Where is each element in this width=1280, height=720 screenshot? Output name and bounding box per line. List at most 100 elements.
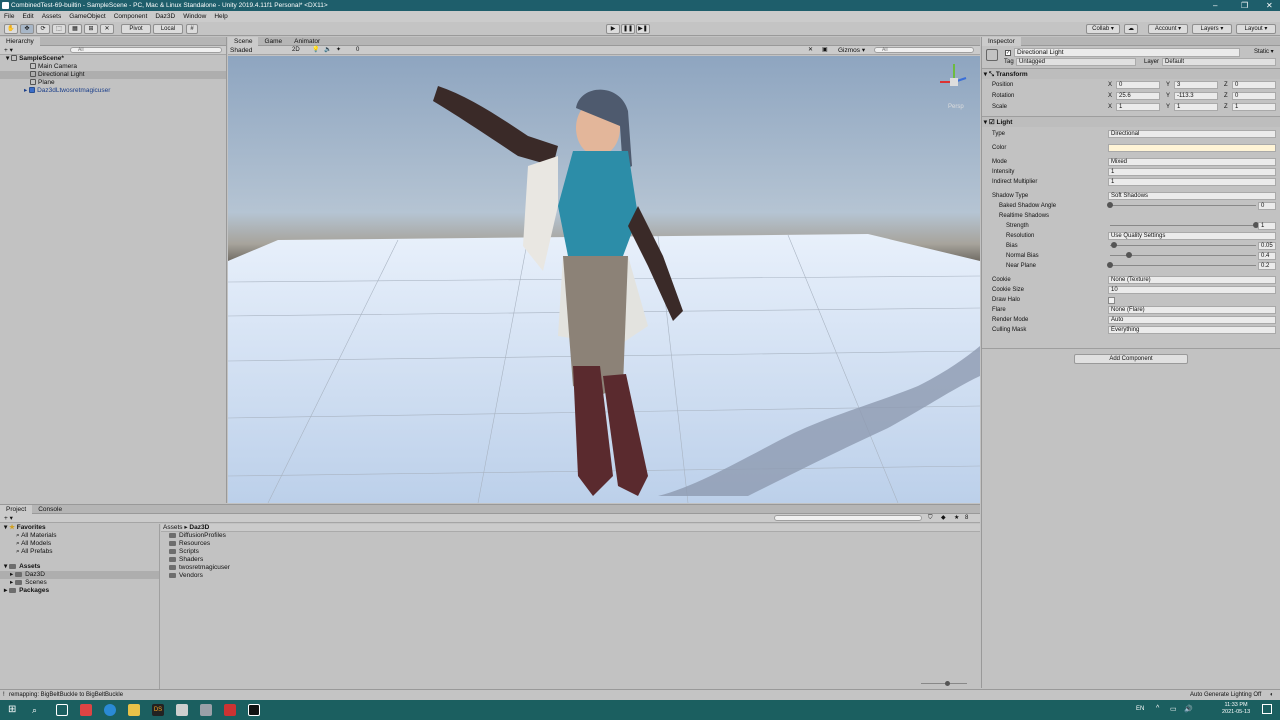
scene-viewport[interactable]: Persp	[228, 56, 980, 503]
notepad-icon[interactable]	[176, 704, 188, 716]
app-tool-icon[interactable]	[224, 704, 236, 716]
filter-type-icon[interactable]: ⛉	[928, 514, 933, 523]
cookie-field[interactable]: None (Texture)	[1108, 276, 1276, 284]
favorite-star-icon[interactable]: ★	[954, 514, 959, 523]
intensity-field[interactable]: 1	[1108, 168, 1276, 176]
folder-twosretmagicuser[interactable]: twosretmagicuser	[161, 564, 980, 572]
gizmos-dropdown[interactable]: Gizmos ▾	[838, 46, 865, 55]
effects-toggle-icon[interactable]: ✦	[336, 46, 341, 55]
strength-field[interactable]: 1	[1258, 222, 1276, 230]
near-plane-field[interactable]: 0.2	[1258, 262, 1276, 270]
layout-dropdown[interactable]: Layout ▾	[1236, 24, 1276, 34]
scale-y[interactable]: Y1	[1166, 103, 1218, 111]
step-button[interactable]: ▶❚	[636, 24, 650, 34]
light-color-swatch[interactable]	[1108, 144, 1276, 152]
assets-row[interactable]: ▾ Assets	[0, 563, 159, 571]
breadcrumb-daz3d[interactable]: Daz3D	[189, 524, 209, 531]
position-z[interactable]: Z0	[1224, 81, 1276, 89]
bias-field[interactable]: 0.05	[1258, 242, 1276, 250]
breadcrumb-assets[interactable]: Assets	[163, 524, 183, 531]
hand-tool-icon[interactable]: ✋	[4, 24, 18, 34]
project-search-input[interactable]	[774, 515, 922, 521]
volume-icon[interactable]: 🔊	[1184, 705, 1193, 713]
windows-start-icon[interactable]: ⊞	[8, 704, 20, 716]
create-dropdown[interactable]: + ▾	[4, 46, 13, 55]
tools-icon[interactable]: ✕	[808, 46, 813, 55]
object-name-field[interactable]: Directional Light	[1014, 48, 1240, 57]
slider-knob[interactable]	[945, 681, 950, 686]
menu-file[interactable]: File	[0, 11, 18, 22]
scene-row[interactable]: ▾ SampleScene*	[0, 55, 226, 63]
folder-shaders[interactable]: Shaders	[161, 556, 980, 564]
rotate-tool-icon[interactable]: ⟳	[36, 24, 50, 34]
collab-button[interactable]: Collab ▾	[1086, 24, 1120, 34]
audio-toggle-icon[interactable]: 🔈	[324, 46, 331, 55]
camera-icon[interactable]: ▣	[822, 46, 828, 55]
app-gray-icon[interactable]	[200, 704, 212, 716]
cookie-size-field[interactable]: 10	[1108, 286, 1276, 294]
shading-dropdown[interactable]: Shaded	[230, 46, 288, 55]
draw-halo-checkbox[interactable]	[1108, 297, 1115, 304]
pause-button[interactable]: ❚❚	[621, 24, 635, 34]
clock[interactable]: 11:33 PM 2021-05-13	[1222, 702, 1250, 716]
hidden-packages-count[interactable]: 8	[965, 514, 968, 523]
edge-browser-icon[interactable]	[104, 704, 116, 716]
indirect-multiplier-field[interactable]: 1	[1108, 178, 1276, 186]
scale-z[interactable]: Z1	[1224, 103, 1276, 111]
local-toggle[interactable]: Local	[153, 24, 183, 34]
hierarchy-item-daz-prefab[interactable]: ▸ Daz3dLtwosretmagicuser	[0, 87, 226, 95]
slider-knob[interactable]	[1110, 242, 1117, 248]
layers-dropdown[interactable]: Layers ▾	[1192, 24, 1232, 34]
menu-component[interactable]: Component	[110, 11, 152, 22]
folder-vendors[interactable]: Vendors	[161, 572, 980, 580]
icon-size-slider[interactable]	[921, 681, 967, 686]
strength-slider[interactable]	[1110, 222, 1259, 228]
menu-gameobject[interactable]: GameObject	[65, 11, 110, 22]
favorites-row[interactable]: ▾ ★ Favorites	[0, 524, 159, 532]
tab-inspector[interactable]: Inspector	[982, 37, 1021, 46]
near-plane-slider[interactable]	[1107, 262, 1256, 268]
active-checkbox[interactable]: ✓	[1005, 50, 1011, 56]
project-create-dropdown[interactable]: + ▾	[4, 514, 13, 523]
file-explorer-icon[interactable]	[128, 704, 140, 716]
minimize-button[interactable]: –	[1213, 0, 1217, 11]
snap-icon[interactable]: #	[186, 24, 198, 34]
rotation-x[interactable]: X 25.6	[1108, 92, 1160, 100]
add-component-button[interactable]: Add Component	[1074, 354, 1188, 364]
rect-tool-icon[interactable]: ▦	[68, 24, 82, 34]
hierarchy-item-plane[interactable]: Plane	[0, 79, 226, 87]
transform-header[interactable]: ▾ ⤡ Transform	[982, 68, 1280, 79]
tag-dropdown[interactable]: Untagged	[1016, 58, 1136, 66]
tree-item-scenes[interactable]: ▸ Scenes	[0, 579, 159, 587]
menu-help[interactable]: Help	[210, 11, 231, 22]
normal-bias-slider[interactable]	[1110, 252, 1256, 258]
fav-all-materials[interactable]: ⌕ All Materials	[0, 532, 159, 540]
fav-all-prefabs[interactable]: ⌕ All Prefabs	[0, 548, 159, 556]
menu-window[interactable]: Window	[179, 11, 210, 22]
network-icon[interactable]: ▭	[1170, 705, 1177, 713]
render-mode-dropdown[interactable]: Auto	[1108, 316, 1276, 324]
fav-all-models[interactable]: ⌕ All Models	[0, 540, 159, 548]
filter-label-icon[interactable]: ◆	[941, 514, 946, 523]
account-dropdown[interactable]: Account ▾	[1148, 24, 1188, 34]
hierarchy-item-directional-light[interactable]: Directional Light	[0, 71, 226, 79]
cloud-icon[interactable]: ☁	[1124, 24, 1138, 34]
tray-chevron-icon[interactable]: ^	[1156, 705, 1159, 712]
shadow-type-dropdown[interactable]: Soft Shadows	[1108, 192, 1276, 200]
language-indicator[interactable]: EN	[1136, 706, 1144, 712]
lighting-toggle-icon[interactable]: 💡	[312, 46, 319, 55]
maximize-button[interactable]: ❐	[1241, 0, 1248, 11]
menu-assets[interactable]: Assets	[38, 11, 66, 22]
transform-tool-icon[interactable]: ⊞	[84, 24, 98, 34]
folder-resources[interactable]: Resources	[161, 540, 980, 548]
light-enabled-checkbox[interactable]: ☑	[989, 119, 995, 126]
tab-hierarchy[interactable]: Hierarchy	[0, 37, 40, 46]
tab-scene[interactable]: Scene	[228, 37, 259, 46]
position-x[interactable]: X0	[1108, 81, 1160, 89]
light-type-dropdown[interactable]: Directional	[1108, 130, 1276, 138]
folder-scripts[interactable]: Scripts	[161, 548, 980, 556]
app-red-icon[interactable]	[80, 704, 92, 716]
unity-taskbar-icon[interactable]	[248, 704, 260, 716]
task-view-icon[interactable]	[56, 704, 68, 716]
hierarchy-search-input[interactable]: All	[70, 47, 222, 53]
